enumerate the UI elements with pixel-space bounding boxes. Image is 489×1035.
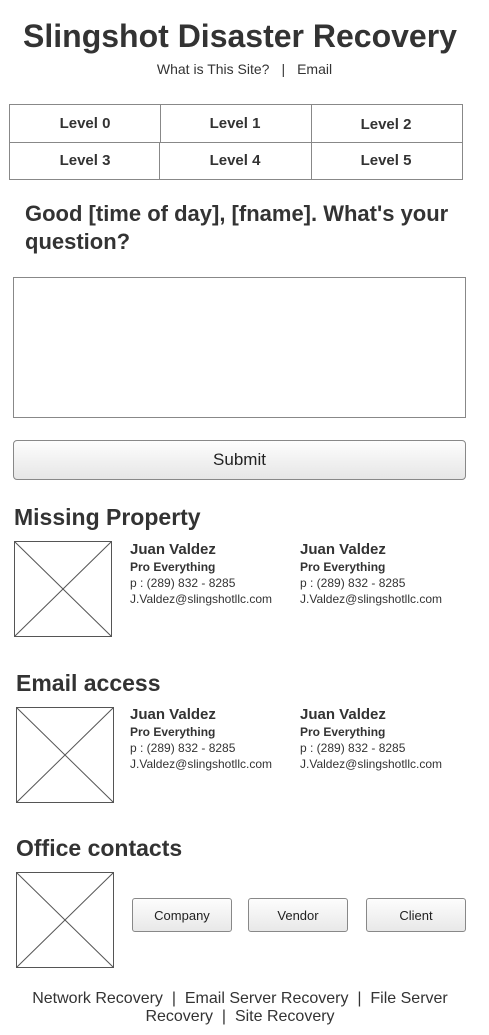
contact-phone: p : (289) 832 - 8285	[300, 576, 406, 590]
placeholder-x-icon	[15, 542, 111, 636]
placeholder-x-icon	[17, 708, 113, 802]
top-nav: What is This Site? | Email	[0, 61, 489, 77]
section-title-office-contacts: Office contacts	[16, 835, 183, 861]
about-link[interactable]: What is This Site?	[157, 61, 270, 77]
contact-role: Pro Everything	[130, 725, 216, 739]
vendor-button[interactable]: Vendor	[248, 898, 348, 932]
contact-role: Pro Everything	[300, 560, 386, 574]
footer-links: Network Recovery | Email Server Recovery…	[0, 990, 480, 1026]
submit-button[interactable]: Submit	[13, 440, 466, 480]
contact-name: Juan Valdez	[300, 541, 386, 558]
level-3-tab[interactable]: Level 3	[10, 142, 160, 179]
image-placeholder	[16, 872, 114, 968]
nav-separator: |	[281, 61, 286, 77]
question-prompt: Good [time of day], [fname]. What's your…	[25, 201, 449, 254]
contact-name: Juan Valdez	[130, 706, 216, 723]
level-2-tab[interactable]: Level 2	[311, 106, 461, 143]
footer-separator: |	[171, 990, 176, 1007]
footer-separator: |	[357, 990, 362, 1007]
contact-phone: p : (289) 832 - 8285	[130, 576, 236, 590]
contact-card: Juan Valdez Pro Everything p : (289) 832…	[130, 541, 272, 607]
client-button[interactable]: Client	[366, 898, 466, 932]
contact-email[interactable]: J.Valdez@slingshotllc.com	[300, 756, 442, 772]
levels-grid: Level 0 Level 1 Level 2 Level 3 Level 4 …	[9, 104, 463, 180]
question-input[interactable]	[13, 277, 466, 418]
email-link[interactable]: Email	[297, 61, 332, 77]
contact-email[interactable]: J.Valdez@slingshotllc.com	[130, 591, 272, 607]
contact-name: Juan Valdez	[130, 541, 216, 558]
contact-email[interactable]: J.Valdez@slingshotllc.com	[130, 756, 272, 772]
footer-separator: |	[221, 1008, 227, 1025]
image-placeholder	[16, 707, 114, 803]
level-1-tab[interactable]: Level 1	[160, 105, 310, 142]
contact-role: Pro Everything	[300, 725, 386, 739]
footer-link-email-server-recovery[interactable]: Email Server Recovery	[185, 990, 349, 1007]
level-5-tab[interactable]: Level 5	[311, 142, 461, 179]
section-title-email-access: Email access	[16, 670, 161, 696]
contact-card: Juan Valdez Pro Everything p : (289) 832…	[130, 706, 272, 772]
section-title-missing-property: Missing Property	[14, 504, 201, 530]
contact-card: Juan Valdez Pro Everything p : (289) 832…	[300, 706, 442, 772]
placeholder-x-icon	[17, 873, 113, 967]
contact-role: Pro Everything	[130, 560, 216, 574]
footer-link-network-recovery[interactable]: Network Recovery	[32, 990, 163, 1007]
level-0-tab[interactable]: Level 0	[10, 105, 160, 142]
contact-name: Juan Valdez	[300, 706, 386, 723]
contact-phone: p : (289) 832 - 8285	[300, 741, 406, 755]
contact-card: Juan Valdez Pro Everything p : (289) 832…	[300, 541, 442, 607]
footer-link-site-recovery[interactable]: Site Recovery	[235, 1008, 335, 1025]
contact-email[interactable]: J.Valdez@slingshotllc.com	[300, 591, 442, 607]
site-title: Slingshot Disaster Recovery	[23, 18, 457, 54]
contact-phone: p : (289) 832 - 8285	[130, 741, 236, 755]
company-button[interactable]: Company	[132, 898, 232, 932]
level-4-tab[interactable]: Level 4	[160, 142, 310, 179]
image-placeholder	[14, 541, 112, 637]
